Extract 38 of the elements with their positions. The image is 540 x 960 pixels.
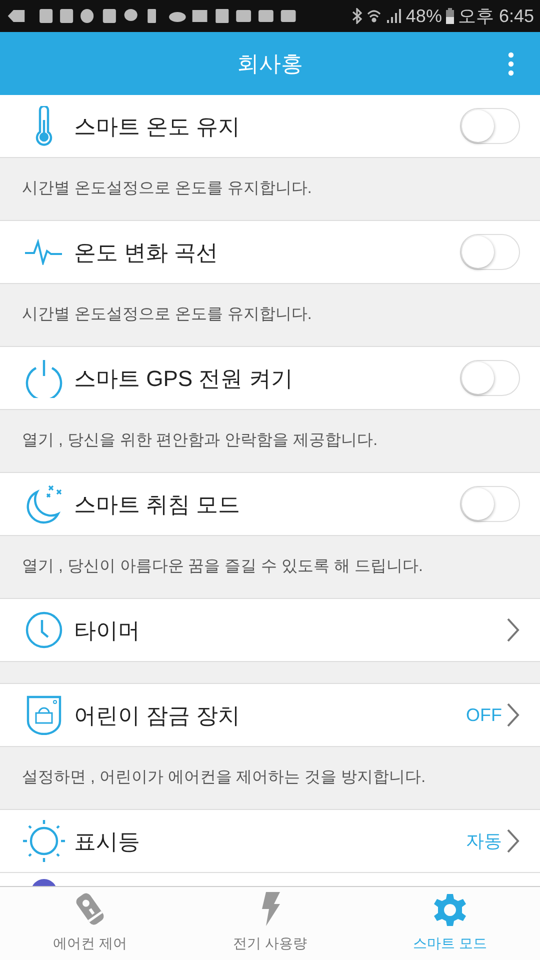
chevron-right-icon[interactable] <box>506 828 520 854</box>
power-icon <box>25 358 63 398</box>
sun-icon <box>22 819 66 863</box>
chevron-right-icon[interactable] <box>506 617 520 643</box>
chevron-right-icon[interactable] <box>506 702 520 728</box>
nav-tab[interactable]: 에어컨 제어 <box>0 887 180 960</box>
setting-label: 온도 변화 곡선 <box>74 238 220 266</box>
setting-label: 스마트 GPS 전원 켜기 <box>74 364 294 392</box>
battery-percentage: 48% <box>406 4 442 28</box>
clock-icon <box>25 611 63 649</box>
toggle-switch[interactable] <box>460 108 520 144</box>
setting-label: 스마트 온도 유지 <box>74 112 242 140</box>
setting-description: 시간별 온도설정으로 온도를 유지합니다. <box>22 305 312 325</box>
setting-label: 어린이 잠금 장치 <box>74 702 242 730</box>
header-title: 회사홍 <box>237 50 303 78</box>
nav-tab[interactable]: 스마트 모드 <box>360 887 540 960</box>
signal-icon <box>386 8 402 24</box>
toggle-switch[interactable] <box>460 486 520 522</box>
bluetooth-icon <box>352 8 362 24</box>
wifi-icon <box>366 8 382 24</box>
toggle-switch[interactable] <box>460 360 520 396</box>
setting-label: 스마트 취침 모드 <box>74 490 242 518</box>
pulse-icon <box>24 239 64 265</box>
nav-tab[interactable]: 전기 사용량 <box>180 887 360 960</box>
setting-description: 시간별 온도설정으로 온도를 유지합니다. <box>22 179 312 199</box>
settings-icon <box>433 893 467 927</box>
setting-description: 설정하면 , 어린이가 에어컨을 제어하는 것을 방지합니다. <box>22 768 426 788</box>
more-options-icon[interactable] <box>508 52 514 76</box>
shield-lock-icon <box>26 695 62 735</box>
clock-time: 오후 6:45 <box>458 4 534 28</box>
setting-value: OFF <box>466 704 502 726</box>
setting-description: 열기 , 당신이 아름다운 꿈을 즐길 수 있도록 해 드립니다. <box>22 557 423 577</box>
setting-description: 열기 , 당신을 위한 편안함과 안락함을 제공합니다. <box>22 431 378 451</box>
setting-label: 표시등 <box>74 828 141 856</box>
setting-value: 자동 <box>466 830 502 852</box>
battery-icon <box>446 8 454 24</box>
setting-label: 타이머 <box>74 616 141 644</box>
toggle-switch[interactable] <box>460 234 520 270</box>
